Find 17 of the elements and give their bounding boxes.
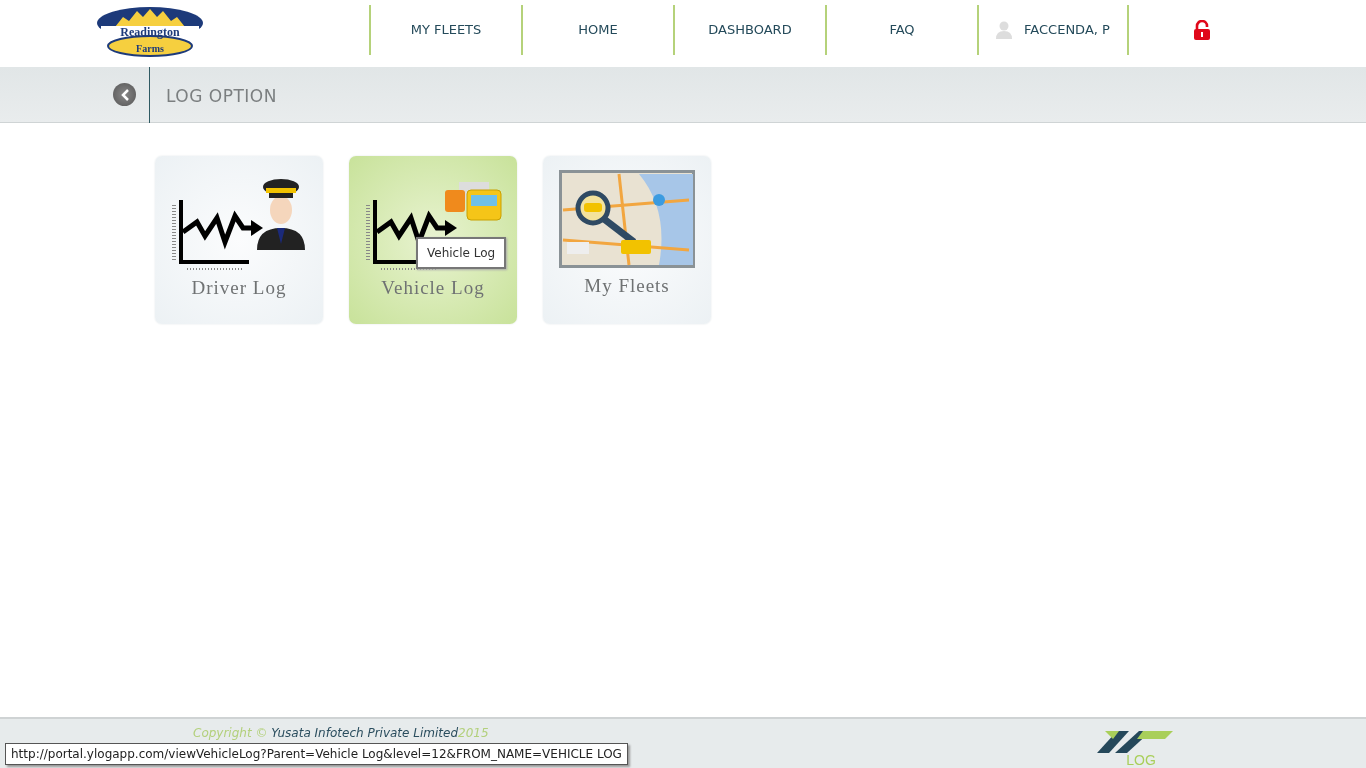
log-option-tile[interactable]: Driver Log (155, 156, 323, 324)
status-url: http://portal.ylogapp.com/viewVehicleLog?Parent=Vehicle Log&level=12&FROM_NAME=VEHICLE LOG (5, 743, 628, 765)
nav-link[interactable]: HOME (521, 5, 673, 55)
chevron-left-icon (119, 88, 130, 101)
log-option-tile[interactable]: My Fleets (543, 156, 711, 324)
user-menu-link[interactable]: FACCENDA, P (977, 5, 1129, 55)
nav-link[interactable]: FAQ (825, 5, 977, 55)
copyright-text: Copyright © Yusata Infotech Private Limited2015 (193, 725, 489, 742)
nav-link[interactable]: MY FLEETS (369, 5, 521, 55)
user-icon (996, 21, 1013, 39)
lock-icon[interactable] (1193, 20, 1211, 40)
ylog-logo: LOG (1095, 725, 1175, 768)
tooltip: Vehicle Log (416, 237, 507, 269)
nav-link[interactable]: DASHBOARD (673, 5, 825, 55)
back-button[interactable] (113, 83, 136, 106)
farm-logo: Readington Farms (95, 5, 205, 57)
page-title: LOG OPTION (166, 85, 277, 108)
